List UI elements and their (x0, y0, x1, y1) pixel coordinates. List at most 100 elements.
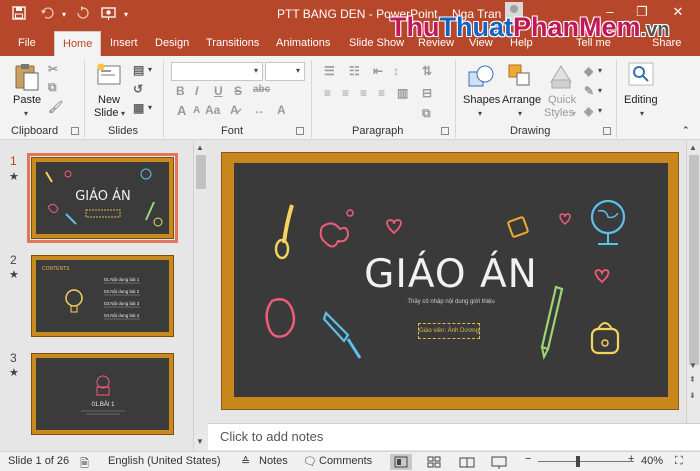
copy-icon[interactable]: ⧉ (48, 80, 57, 95)
arrange-icon[interactable] (506, 62, 534, 97)
arrange-label[interactable]: Arrange (502, 94, 541, 106)
font-name-box[interactable] (171, 62, 263, 81)
notes-icon[interactable]: ≙ (241, 455, 250, 468)
zoom-in-button[interactable]: + (628, 453, 634, 465)
shape-fill-dropdown-icon[interactable]: ▾ (598, 66, 602, 75)
align-left-icon[interactable]: ≡ (324, 86, 331, 100)
language-status[interactable]: English (United States) (108, 455, 221, 467)
reset-icon[interactable]: ↺ (133, 82, 143, 96)
quick-styles-label-2[interactable]: Styles (544, 107, 574, 119)
font-size-dropdown-icon[interactable]: ▾ (296, 66, 300, 75)
slide-subtitle[interactable]: Thầy cô nhập nội dung giới thiệu (222, 299, 680, 305)
tab-home[interactable]: Home (54, 31, 102, 56)
section-dropdown-icon[interactable]: ▾ (148, 103, 152, 112)
new-slide-label-1[interactable]: New (98, 94, 120, 106)
undo-dropdown-icon[interactable]: ▾ (62, 6, 66, 24)
shape-effects-icon[interactable]: ◈ (584, 104, 593, 118)
italic-button[interactable]: I (195, 84, 198, 98)
comments-toggle[interactable]: Comments (319, 455, 372, 467)
slide-title[interactable]: GIÁO ÁN (222, 252, 680, 297)
scrollbar-thumb[interactable] (689, 155, 699, 365)
next-slide-icon[interactable]: ⇟ (689, 391, 696, 400)
shape-effects-dropdown-icon[interactable]: ▾ (598, 106, 602, 115)
line-spacing-icon[interactable]: ↕ (393, 64, 399, 78)
find-icon[interactable] (628, 62, 654, 91)
present-from-beginning-icon[interactable] (101, 6, 117, 24)
paste-dropdown-icon[interactable]: ▾ (24, 109, 28, 118)
thumbnail-slide-2[interactable]: CONTENTS 01.Nội dung bài 1 02.Nội dung b… (31, 255, 174, 337)
section-icon[interactable]: ▦ (133, 101, 144, 115)
scroll-up-icon[interactable]: ▲ (196, 143, 204, 152)
teacher-box[interactable]: Giáo viên: Ánh Dương (418, 323, 480, 339)
redo-icon[interactable] (76, 6, 90, 24)
shapes-icon[interactable] (466, 62, 496, 97)
font-launcher-icon[interactable] (296, 127, 304, 135)
new-slide-label-2[interactable]: Slide (94, 107, 118, 119)
collapse-ribbon-icon[interactable]: ⌃ (682, 125, 690, 136)
zoom-out-button[interactable]: − (525, 453, 531, 465)
shapes-dropdown-icon[interactable]: ▾ (478, 109, 482, 118)
notes-toggle[interactable]: Notes (259, 455, 288, 467)
slide-scrollbar[interactable]: ▲ ▼ ⇞ ⇟ (686, 141, 700, 423)
tab-animations[interactable]: Animations (276, 31, 330, 56)
numbering-icon[interactable]: ☷ (349, 64, 360, 78)
shape-fill-icon[interactable]: ◆ (584, 64, 593, 78)
close-button[interactable]: ✕ (666, 4, 690, 24)
quick-styles-icon[interactable] (548, 62, 574, 97)
font-name-dropdown-icon[interactable]: ▾ (254, 66, 258, 75)
tab-transitions[interactable]: Transitions (206, 31, 259, 56)
previous-slide-icon[interactable]: ⇞ (689, 375, 696, 384)
quick-styles-label-1[interactable]: Quick (548, 94, 576, 106)
slideshow-view-button[interactable] (488, 454, 510, 470)
underline-button[interactable]: U (214, 84, 223, 98)
tab-insert[interactable]: Insert (110, 31, 138, 56)
bullets-icon[interactable]: ☰ (324, 64, 335, 78)
align-center-icon[interactable]: ≡ (342, 86, 349, 100)
zoom-level[interactable]: 40% (641, 455, 663, 467)
tab-design[interactable]: Design (155, 31, 189, 56)
slide-sorter-view-button[interactable] (423, 454, 445, 470)
scrollbar-thumb[interactable] (196, 155, 206, 189)
clipboard-launcher-icon[interactable] (71, 127, 79, 135)
layout-dropdown-icon[interactable]: ▾ (148, 65, 152, 74)
shape-outline-icon[interactable]: ✎ (584, 84, 594, 98)
justify-icon[interactable]: ≡ (378, 86, 385, 100)
tab-file[interactable]: File (18, 31, 36, 56)
save-icon[interactable] (12, 6, 26, 24)
clear-formatting-icon[interactable]: A̷ (230, 103, 239, 117)
arrange-dropdown-icon[interactable]: ▾ (518, 109, 522, 118)
scroll-up-icon[interactable]: ▲ (689, 143, 697, 152)
thumbnail-slide-1[interactable]: GIÁO ÁN (27, 153, 178, 243)
smartart-icon[interactable]: ⧉ (422, 106, 431, 121)
cut-icon[interactable]: ✂ (48, 62, 58, 76)
layout-icon[interactable]: ▤ (133, 63, 144, 77)
thumbnail-slide-3[interactable]: 01.BÀI 1 (31, 353, 174, 435)
shape-outline-dropdown-icon[interactable]: ▾ (598, 86, 602, 95)
scroll-down-icon[interactable]: ▼ (689, 361, 697, 370)
scroll-down-icon[interactable]: ▼ (196, 437, 204, 446)
bold-button[interactable]: B (176, 84, 185, 98)
slide-counter[interactable]: Slide 1 of 26 (8, 455, 69, 467)
notes-placeholder[interactable]: Click to add notes (220, 429, 323, 444)
font-color-icon[interactable]: A (277, 103, 286, 117)
change-case-button[interactable]: Aa (205, 103, 220, 117)
align-right-icon[interactable]: ≡ (360, 86, 367, 100)
increase-font-button[interactable]: A (177, 103, 186, 118)
align-text-icon[interactable]: ⊟ (422, 86, 432, 100)
customize-qat-icon[interactable]: ▾ (124, 6, 128, 24)
shapes-label[interactable]: Shapes (463, 94, 500, 106)
decrease-indent-icon[interactable]: ⇤ (373, 64, 383, 78)
decrease-font-button[interactable]: A (193, 105, 200, 116)
normal-view-button[interactable] (390, 454, 412, 470)
columns-icon[interactable]: ▥ (397, 86, 408, 100)
reading-view-button[interactable] (456, 454, 478, 470)
zoom-slider[interactable] (538, 461, 634, 462)
editing-button-label[interactable]: Editing (624, 94, 658, 106)
new-slide-icon[interactable] (96, 62, 122, 93)
shadow-button[interactable]: S (234, 84, 242, 98)
comments-icon[interactable]: 🗨 (303, 455, 317, 468)
fit-to-window-icon[interactable]: ⛶ (675, 455, 683, 468)
new-slide-dropdown-icon[interactable]: ▾ (121, 109, 125, 118)
thumbnail-scrollbar[interactable]: ▲ ▼ (193, 141, 207, 451)
paragraph-launcher-icon[interactable] (441, 127, 449, 135)
